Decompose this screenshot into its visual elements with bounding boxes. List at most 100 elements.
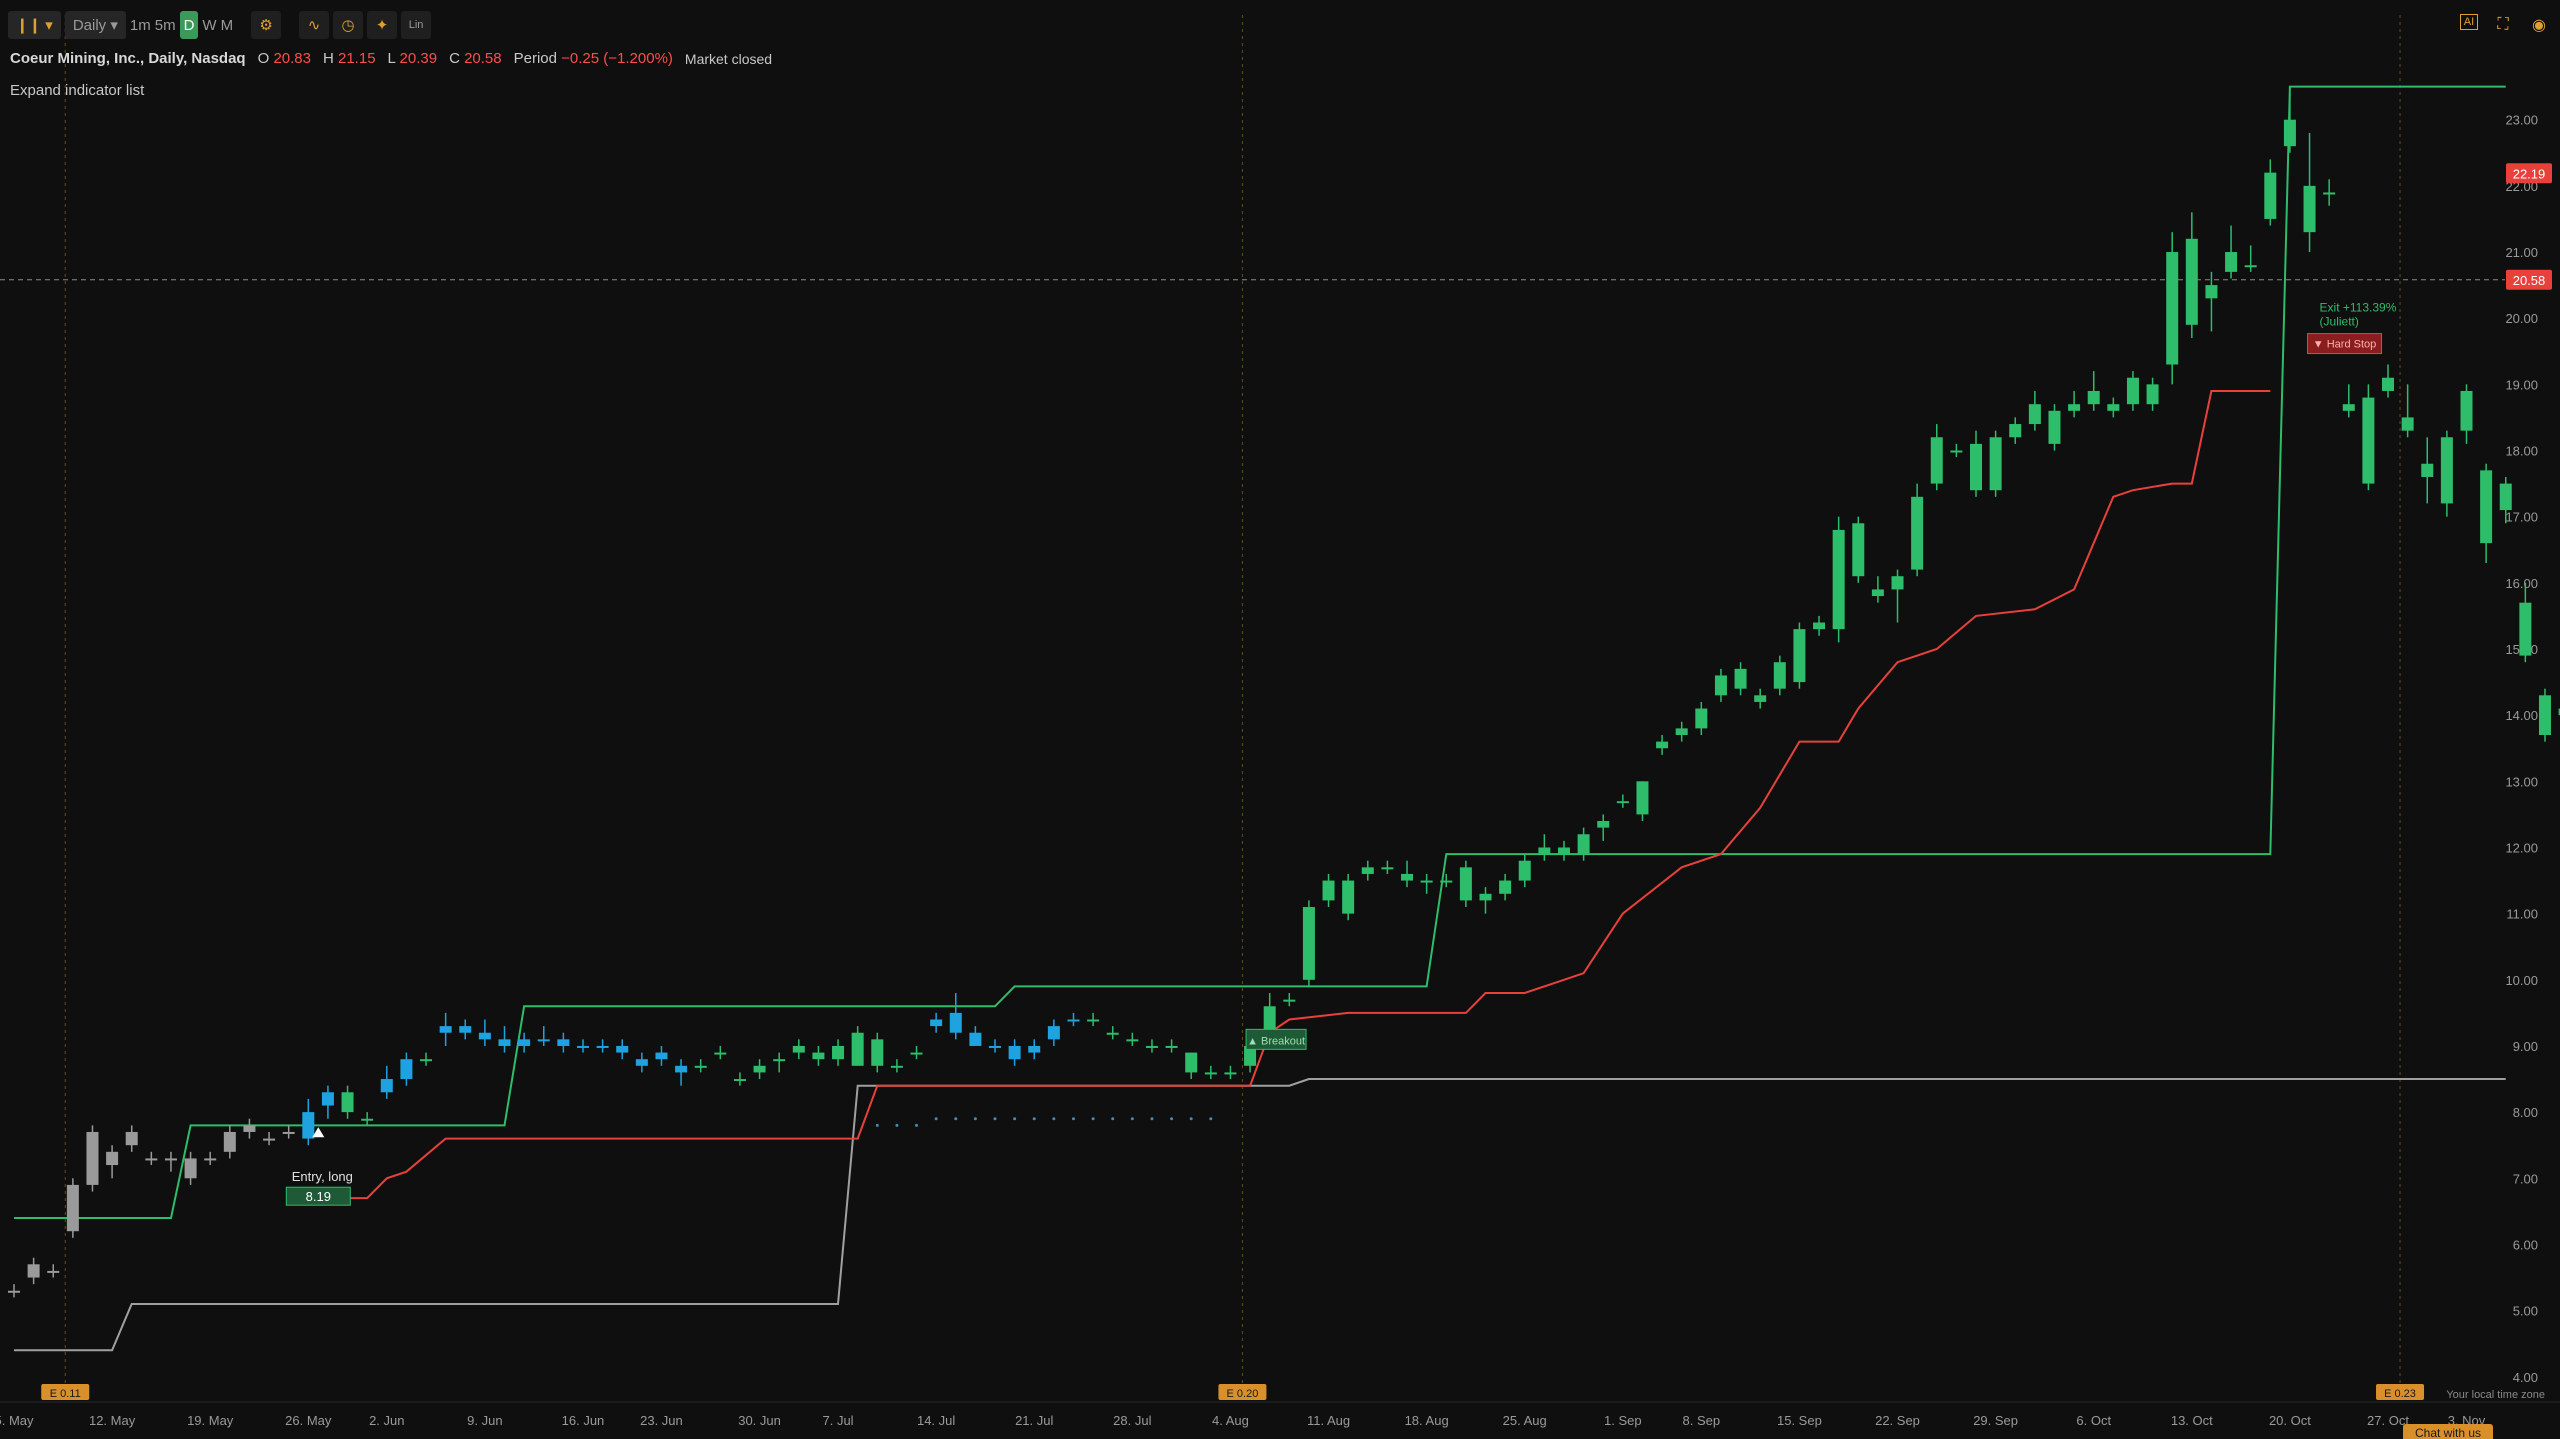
candle-body (2283, 119, 2296, 147)
candle-body (1204, 1072, 1217, 1075)
candle-body (1283, 999, 1296, 1002)
candle-body (1224, 1072, 1237, 1075)
market-status: Market closed (684, 50, 773, 67)
dotted-marker (1111, 1117, 1115, 1121)
candle-body (1028, 1045, 1041, 1053)
interval-m[interactable]: M (221, 11, 234, 39)
candle-body (204, 1158, 217, 1161)
candle-body (596, 1045, 609, 1048)
close-value: 20.58 (464, 50, 502, 67)
y-tick-label: 17.00 (2505, 510, 2538, 525)
y-tick-label: 18.00 (2505, 444, 2538, 459)
candle-body (1361, 867, 1374, 874)
high-value: 21.15 (338, 50, 376, 67)
dotted-marker (875, 1123, 879, 1127)
clock-icon[interactable]: ◷ (333, 11, 364, 39)
candle-body (2264, 172, 2277, 219)
candle-body (1714, 675, 1727, 696)
y-tick-label: 13.00 (2505, 774, 2538, 789)
dotted-marker (934, 1117, 938, 1121)
dotted-marker (1052, 1117, 1056, 1121)
expand-indicator-list[interactable]: Expand indicator list (10, 82, 144, 99)
high-price-badge-text: 22.19 (2513, 166, 2546, 181)
candle-body (635, 1059, 648, 1066)
candle-body (1636, 781, 1649, 815)
x-tick-label: 13. Oct (2171, 1413, 2213, 1428)
x-tick-label: 1. Sep (1604, 1413, 1642, 1428)
candle-body (2009, 424, 2022, 438)
breakout-label: ▲ Breakout (1247, 1035, 1305, 1047)
dotted-marker (1130, 1117, 1134, 1121)
candle-body (576, 1045, 589, 1048)
candle-body (1459, 867, 1472, 901)
camera-icon[interactable]: ◉ (2528, 14, 2550, 36)
candle-body (1950, 450, 1963, 453)
hard-stop-label: ▼ Hard Stop (2313, 339, 2376, 351)
candle-body (812, 1052, 825, 1060)
x-tick-label: 21. Jul (1015, 1413, 1053, 1428)
candle-body (1970, 443, 1982, 491)
y-tick-label: 12.00 (2505, 840, 2538, 855)
x-tick-label: 18. Aug (1405, 1413, 1449, 1428)
x-tick-label: 4. Aug (1212, 1413, 1249, 1428)
candle-body (910, 1052, 923, 1055)
candle-body (1911, 496, 1924, 570)
x-tick-label: 25. Aug (1503, 1413, 1547, 1428)
candle-body (282, 1131, 295, 1134)
candle-body (930, 1019, 943, 1027)
symbol-header: Coeur Mining, Inc., Daily, Nasdaq O 20.8… (10, 50, 772, 67)
candle-body (871, 1039, 884, 1066)
dotted-marker (1170, 1117, 1174, 1121)
candle-body (1499, 880, 1512, 894)
candle-body (1420, 880, 1433, 883)
candle-body (125, 1131, 138, 1146)
candle-body (1852, 523, 1865, 577)
dotted-marker (1189, 1117, 1193, 1121)
interval-5m[interactable]: 5m (155, 11, 176, 39)
candle-body (2499, 483, 2512, 511)
candle-body (2480, 470, 2493, 544)
candle-body (537, 1039, 550, 1042)
candle-body (66, 1184, 79, 1232)
candle-body (1557, 847, 1570, 855)
dotted-marker (1150, 1117, 1154, 1121)
candle-body (2421, 463, 2434, 477)
candle-body (478, 1032, 491, 1040)
lower-channel-line (14, 1078, 2506, 1352)
candle-body (1538, 847, 1551, 855)
candle-body (1381, 867, 1394, 870)
candle-body (2225, 252, 2238, 272)
settings-gear-icon[interactable]: ⚙ (251, 11, 282, 39)
candle-body (1695, 708, 1708, 729)
candle-body (1930, 437, 1943, 484)
interval-1m[interactable]: 1m (130, 11, 151, 39)
candle-body (361, 1118, 374, 1121)
price-chart[interactable]: 4.00 5.00 6.00 7.00 8.00 9.00 10.00 11.00 12.00 1… (0, 0, 2560, 1439)
dotted-marker (1013, 1117, 1017, 1121)
candle-body (459, 1026, 472, 1033)
candle-body (498, 1039, 511, 1046)
x-tick-label: 8. Sep (1683, 1413, 1721, 1428)
candle-body (1401, 873, 1414, 881)
candle-body (1302, 907, 1315, 980)
compare-icon[interactable]: ✦ (367, 11, 398, 39)
lin-scale-button[interactable]: Lin (401, 11, 432, 39)
interval-w[interactable]: W (202, 11, 216, 39)
candle-body (557, 1039, 570, 1046)
candle-body (714, 1052, 727, 1055)
interval-select[interactable]: Daily ▾ (64, 11, 126, 39)
candle-body (2166, 252, 2179, 365)
candle-body (1734, 668, 1747, 689)
candle-body (2185, 238, 2198, 325)
fullscreen-icon[interactable]: ⛶ (2492, 14, 2514, 36)
dotted-marker (1032, 1117, 1036, 1121)
candle-body (655, 1052, 668, 1060)
chart-type-button[interactable]: ❙❙ ▾ (8, 11, 61, 39)
indicator-icon[interactable]: ∿ (299, 11, 330, 39)
ai-icon[interactable]: AI (2460, 14, 2478, 30)
candle-body (2519, 602, 2532, 656)
candle-body (223, 1131, 236, 1152)
interval-d[interactable]: D (179, 11, 199, 39)
dotted-marker (954, 1117, 958, 1121)
dotted-marker (993, 1117, 997, 1121)
